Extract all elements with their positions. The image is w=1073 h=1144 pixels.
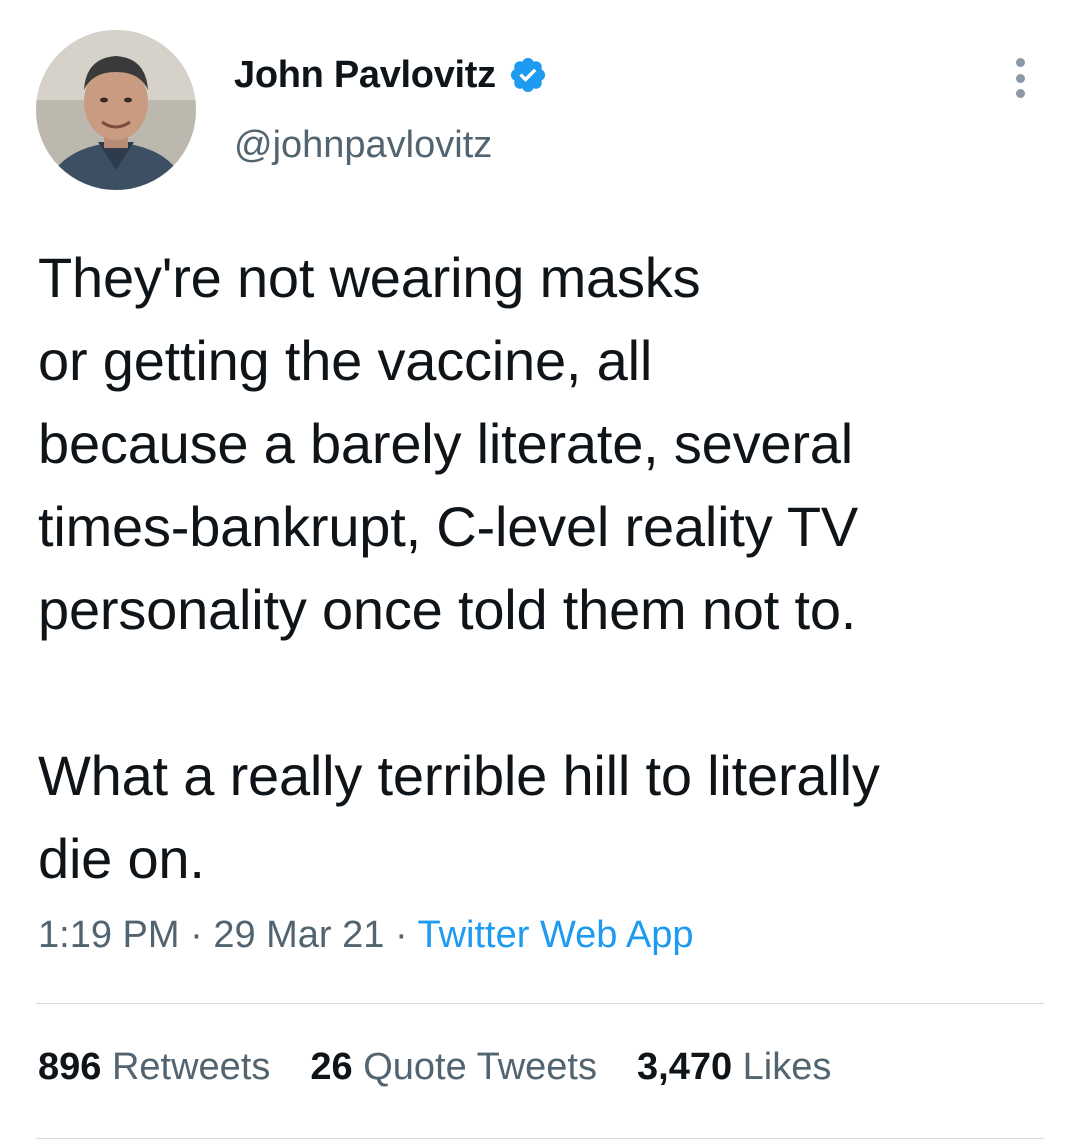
- likes-label: Likes: [742, 1046, 832, 1088]
- more-dot: [1015, 58, 1025, 67]
- quote-tweets-count: 26: [310, 1046, 353, 1088]
- tweet-time[interactable]: 1:19 PM: [38, 914, 180, 956]
- retweets-stat[interactable]: 896 Retweets: [38, 1046, 270, 1089]
- tweet-source-link[interactable]: Twitter Web App: [418, 914, 694, 956]
- quote-tweets-label: Quote Tweets: [363, 1046, 597, 1088]
- likes-stat[interactable]: 3,470 Likes: [637, 1046, 831, 1089]
- avatar-photo: [36, 30, 196, 190]
- tweet-date[interactable]: 29 Mar 21: [213, 914, 384, 956]
- quote-tweets-stat[interactable]: 26 Quote Tweets: [310, 1046, 597, 1089]
- tweet-text: They're not wearing masks or getting the…: [38, 246, 880, 890]
- author-display-name[interactable]: John Pavlovitz: [234, 54, 496, 97]
- retweets-label: Retweets: [111, 1046, 271, 1088]
- more-dot: [1015, 89, 1025, 98]
- more-dot: [1015, 73, 1025, 83]
- verified-badge-icon: [508, 55, 548, 95]
- more-options-icon[interactable]: [1010, 58, 1030, 98]
- divider: [36, 1138, 1044, 1139]
- divider: [36, 1003, 1044, 1004]
- tweet-meta: 1:19 PM · 29 Mar 21 · Twitter Web App: [38, 914, 693, 957]
- avatar[interactable]: [36, 30, 196, 190]
- author-name-row: John Pavlovitz: [234, 52, 548, 98]
- tweet-stats: 896 Retweets 26 Quote Tweets 3,470 Likes: [38, 1046, 871, 1089]
- retweets-count: 896: [38, 1046, 102, 1088]
- likes-count: 3,470: [637, 1046, 733, 1088]
- meta-separator: ·: [384, 914, 418, 956]
- meta-separator: ·: [179, 914, 214, 956]
- author-handle[interactable]: @johnpavlovitz: [234, 124, 492, 167]
